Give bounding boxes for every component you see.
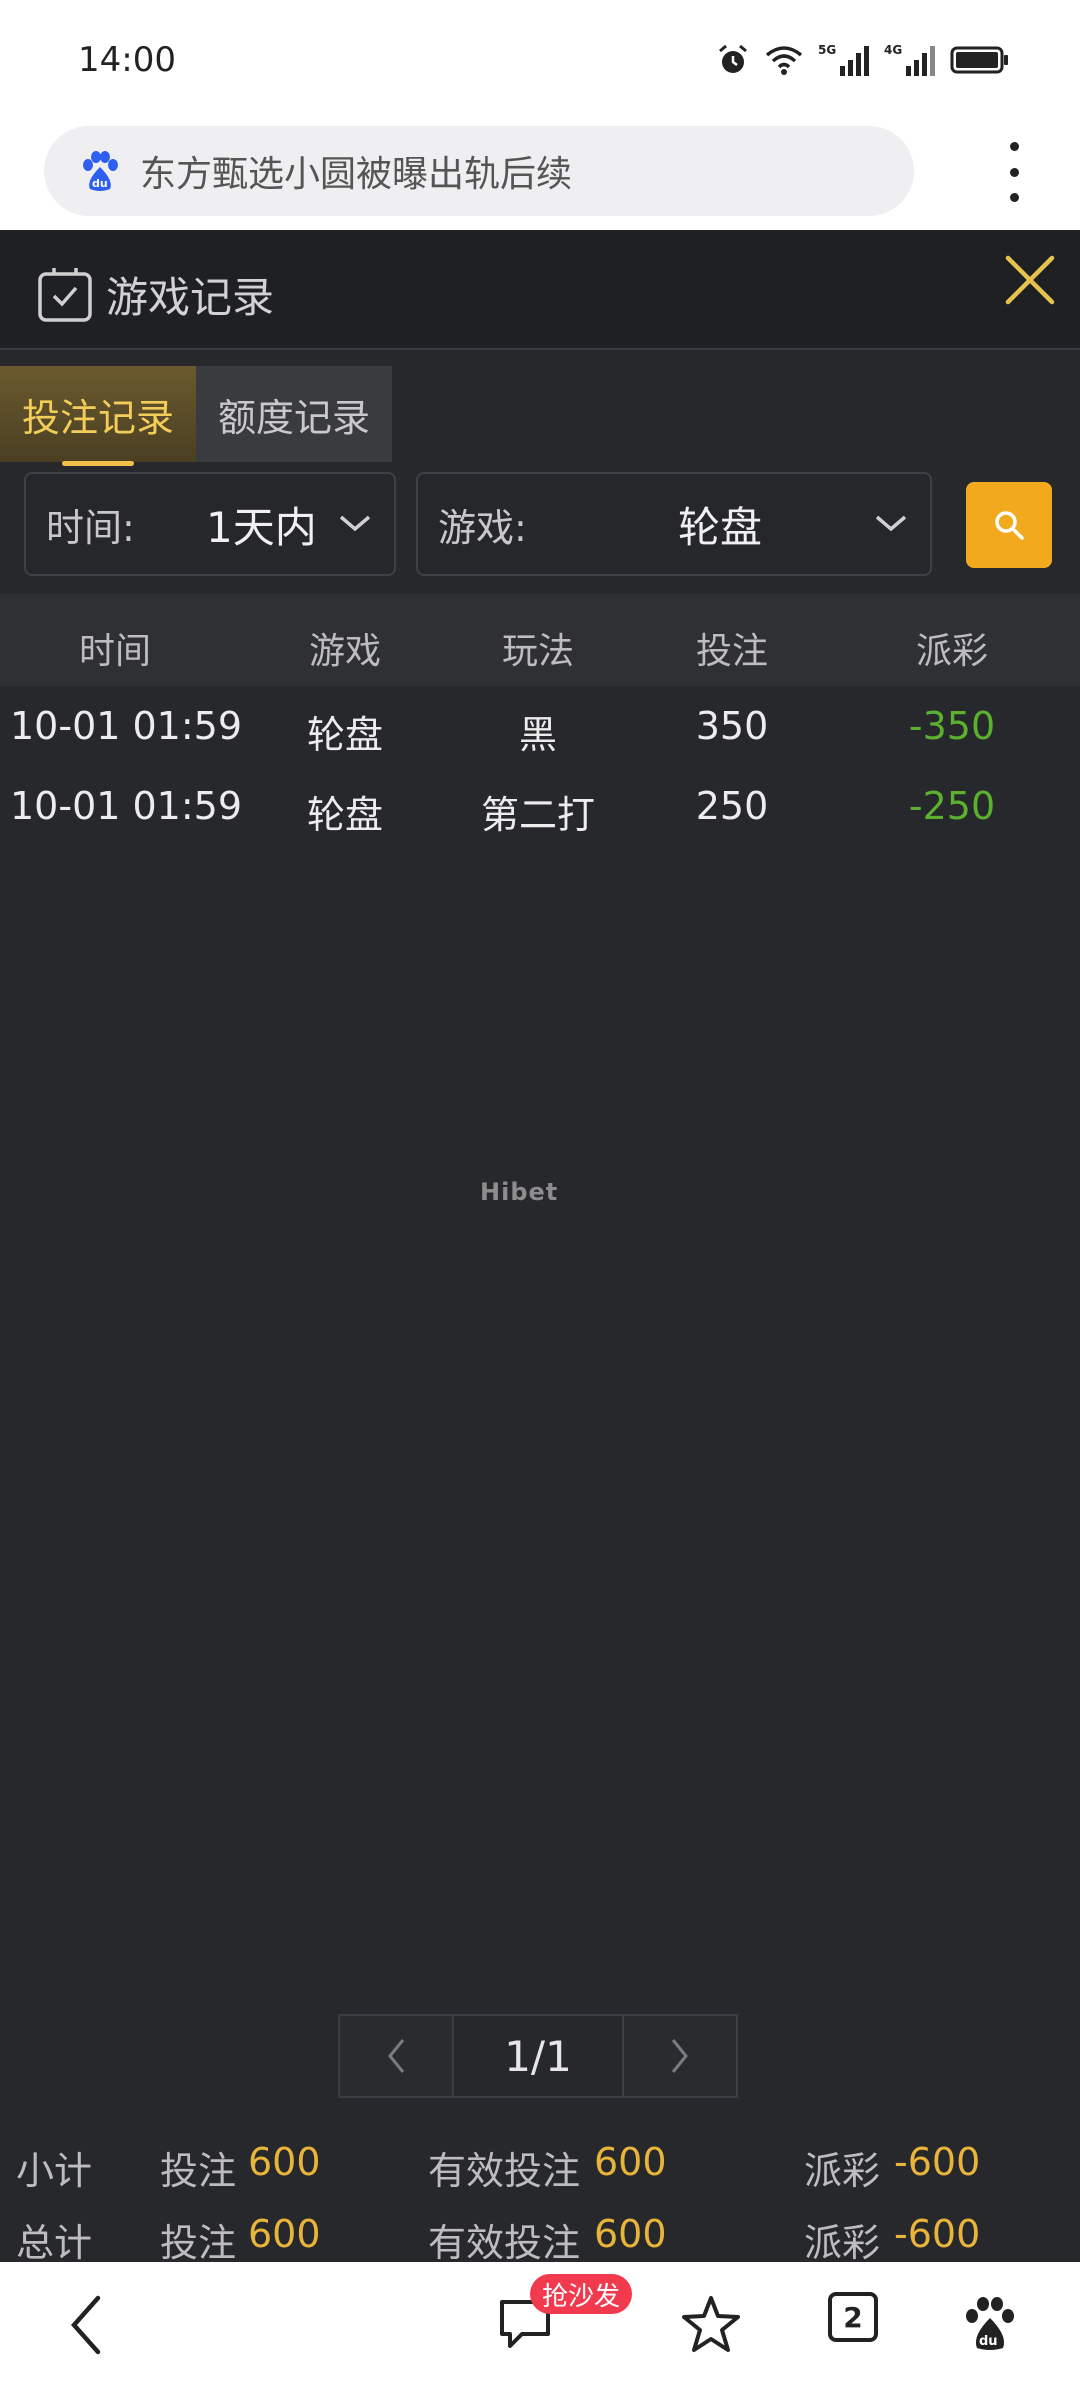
header-time: 时间 bbox=[78, 631, 152, 672]
alarm-icon bbox=[719, 44, 747, 73]
cell-bet: 350 bbox=[695, 704, 769, 748]
svg-text:4G: 4G bbox=[884, 43, 902, 57]
total-bet-value: 600 bbox=[248, 2212, 321, 2256]
total-label: 总计 bbox=[16, 2221, 93, 2265]
subtotal-valid-value: 600 bbox=[594, 2140, 667, 2184]
search-query: 东方甄选小圆被曝出轨后续 bbox=[140, 154, 573, 195]
chevron-down-icon bbox=[875, 515, 907, 532]
cell-payout: -250 bbox=[908, 784, 996, 828]
subtotal-row: 小计 投注 600 有效投注 600 派彩 -600 bbox=[0, 2130, 1080, 2202]
header-game: 游戏 bbox=[308, 631, 382, 672]
search-button[interactable] bbox=[966, 482, 1052, 568]
tab-credit-records[interactable]: 额度记录 bbox=[196, 366, 392, 462]
chevron-left-icon bbox=[388, 2039, 405, 2073]
subtotal-valid-label: 有效投注 bbox=[428, 2149, 581, 2193]
record-clipboard-icon bbox=[38, 268, 92, 322]
svg-text:du: du bbox=[92, 177, 108, 190]
table-row: 10-01 01:59 轮盘 黑 350 -350 bbox=[0, 686, 1080, 766]
more-vertical-icon[interactable] bbox=[1004, 142, 1024, 202]
cell-play: 第二打 bbox=[480, 793, 596, 837]
subtotal-payout-value: -600 bbox=[894, 2140, 981, 2184]
status-time: 14:00 bbox=[78, 40, 176, 80]
signal-5g-icon: 5G bbox=[818, 43, 869, 76]
status-bar: 14:00 5G 4G bbox=[0, 0, 1080, 120]
table-row: 10-01 01:59 轮盘 第二打 250 -250 bbox=[0, 766, 1080, 846]
cell-bet: 250 bbox=[695, 784, 769, 828]
game-select[interactable]: 游戏: 轮盘 bbox=[416, 472, 932, 576]
subtotal-label: 小计 bbox=[16, 2149, 93, 2193]
cell-time: 10-01 01:59 bbox=[10, 784, 243, 828]
panel-title: 游戏记录 bbox=[106, 273, 275, 322]
time-select-label: 时间: bbox=[46, 505, 135, 550]
tab-bet-records[interactable]: 投注记录 bbox=[0, 366, 196, 466]
watermark-logo: Hibet bbox=[480, 1178, 559, 1206]
cell-payout: -350 bbox=[908, 704, 996, 748]
svg-text:du: du bbox=[979, 2334, 998, 2349]
status-icons: 5G 4G bbox=[716, 42, 1010, 78]
cell-game: 轮盘 bbox=[306, 713, 384, 757]
total-valid-label: 有效投注 bbox=[428, 2221, 581, 2265]
battery-icon bbox=[950, 46, 1008, 74]
comment-badge: 抢沙发 bbox=[530, 2274, 633, 2314]
game-record-panel: 游戏记录 投注记录 额度记录 时间: 1天内 游戏: 轮盘 时间 游戏 玩法 投… bbox=[0, 230, 1080, 2265]
search-icon bbox=[995, 511, 1024, 540]
time-select[interactable]: 时间: 1天内 bbox=[24, 472, 396, 576]
chevron-right-icon bbox=[671, 2039, 688, 2073]
wifi-icon bbox=[765, 46, 803, 75]
baidu-logo-icon: du bbox=[83, 151, 118, 191]
prev-page-button[interactable] bbox=[340, 2016, 452, 2096]
pagination: 1/1 bbox=[338, 2014, 738, 2098]
panel-header: 游戏记录 bbox=[0, 230, 1080, 350]
bottom-navigation: 抢沙发 2 du bbox=[0, 2262, 1080, 2388]
subtotal-bet-label: 投注 bbox=[160, 2149, 237, 2193]
back-icon[interactable] bbox=[66, 2294, 106, 2356]
cell-time: 10-01 01:59 bbox=[10, 704, 243, 748]
game-select-value: 轮盘 bbox=[678, 502, 763, 552]
filter-bar: 时间: 1天内 游戏: 轮盘 bbox=[0, 472, 1080, 582]
subtotal-bet-value: 600 bbox=[248, 2140, 321, 2184]
record-tabs: 投注记录 额度记录 bbox=[0, 366, 392, 466]
total-payout-label: 派彩 bbox=[804, 2221, 881, 2265]
subtotal-payout-label: 派彩 bbox=[804, 2149, 881, 2193]
header-bet: 投注 bbox=[695, 631, 769, 672]
time-select-value: 1天内 bbox=[206, 502, 317, 552]
page-indicator: 1/1 bbox=[452, 2016, 624, 2096]
cell-play: 黑 bbox=[518, 713, 558, 757]
search-bar[interactable]: du 东方甄选小圆被曝出轨后续 bbox=[44, 126, 914, 216]
header-payout: 派彩 bbox=[915, 631, 989, 672]
header-play: 玩法 bbox=[501, 631, 575, 672]
total-bet-label: 投注 bbox=[160, 2221, 237, 2265]
signal-4g-icon: 4G bbox=[884, 43, 935, 76]
cell-game: 轮盘 bbox=[306, 793, 384, 837]
baidu-home-icon[interactable]: du bbox=[962, 2294, 1018, 2352]
total-payout-value: -600 bbox=[894, 2212, 981, 2256]
total-valid-value: 600 bbox=[594, 2212, 667, 2256]
table-header: 时间 游戏 玩法 投注 派彩 bbox=[0, 594, 1080, 686]
browser-toolbar: du 东方甄选小圆被曝出轨后续 bbox=[0, 120, 1080, 230]
game-select-label: 游戏: bbox=[438, 505, 527, 550]
chevron-down-icon bbox=[339, 515, 371, 532]
close-icon[interactable] bbox=[1002, 252, 1058, 308]
star-icon[interactable] bbox=[680, 2294, 742, 2354]
svg-text:5G: 5G bbox=[818, 43, 836, 57]
tabs-count-button[interactable]: 2 bbox=[828, 2292, 878, 2342]
next-page-button[interactable] bbox=[624, 2016, 736, 2096]
page: 14:00 5G 4G du 东方甄选小圆被曝出轨后续 游戏记录 投注记录 额度… bbox=[0, 0, 1080, 2388]
